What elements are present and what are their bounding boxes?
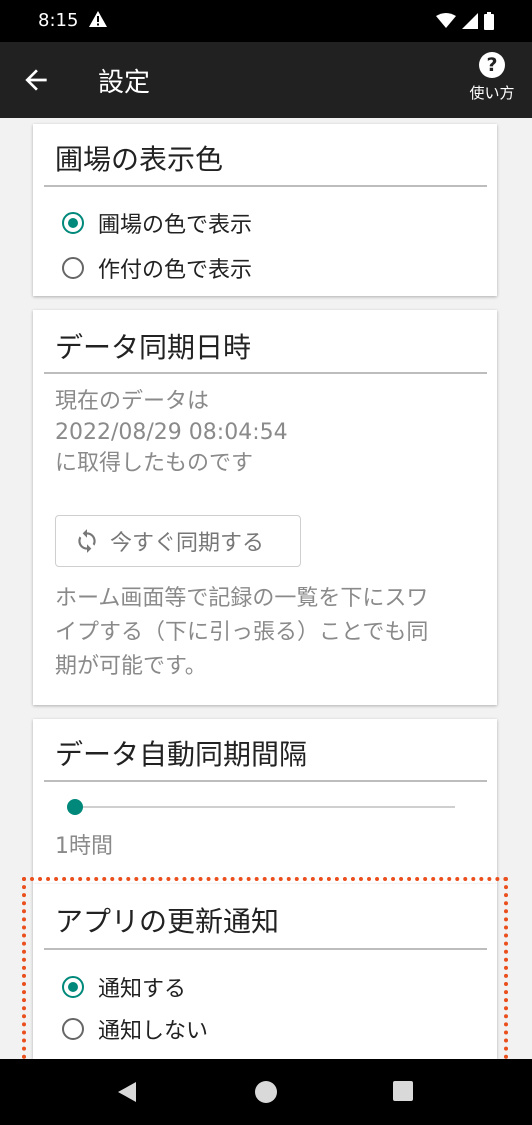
page-title: 設定: [98, 68, 151, 98]
auto-sync-title: データ自動同期間隔: [55, 738, 308, 771]
sync-hint-line-3: 期が可能です。: [55, 654, 207, 679]
sync-time-card: データ同期日時 現在のデータは 2022/08/29 08:04:54 に取得し…: [33, 310, 497, 705]
sync-now-button[interactable]: 今すぐ同期する: [55, 515, 301, 567]
status-bar: 8:15: [0, 0, 532, 42]
divider: [44, 948, 487, 950]
help-label: 使い方: [469, 84, 515, 102]
sync-status-line-1: 現在のデータは: [55, 389, 210, 414]
sync-timestamp: 2022/08/29 08:04:54: [55, 420, 288, 445]
radio-option-crop-color[interactable]: 作付の色で表示: [62, 252, 252, 284]
radio-option-notify[interactable]: 通知する: [62, 971, 186, 1003]
nav-recents-icon[interactable]: [393, 1081, 413, 1101]
radio-button-checked[interactable]: [62, 976, 84, 998]
radio-button-unchecked[interactable]: [62, 257, 84, 279]
navigation-bar: [0, 1059, 532, 1125]
signal-icon: [462, 13, 478, 29]
slider-track[interactable]: [75, 806, 455, 808]
radio-option-no-notify[interactable]: 通知しない: [62, 1013, 208, 1045]
help-button[interactable]: ? 使い方: [462, 52, 522, 103]
display-color-title: 圃場の表示色: [55, 143, 224, 176]
slider-thumb[interactable]: [67, 799, 83, 815]
battery-icon: [484, 12, 494, 30]
app-bar: 設定 ? 使い方: [0, 42, 532, 118]
radio-button-unchecked[interactable]: [62, 1018, 84, 1040]
radio-label: 圃場の色で表示: [98, 213, 253, 238]
sync-status-line-3: に取得したものです: [55, 451, 254, 476]
nav-home-icon[interactable]: [255, 1081, 277, 1103]
update-notification-title: アプリの更新通知: [55, 905, 280, 938]
divider: [44, 185, 487, 187]
status-time: 8:15: [38, 10, 79, 31]
nav-back-icon[interactable]: [116, 1080, 138, 1104]
radio-button-checked[interactable]: [62, 212, 84, 234]
auto-sync-value: 1時間: [55, 834, 113, 859]
sync-icon: [78, 529, 96, 553]
sync-hint-line-2: イプする（下に引っ張る）ことでも同: [55, 620, 429, 645]
update-notification-card: アプリの更新通知 通知する 通知しない: [33, 884, 497, 1059]
radio-label: 作付の色で表示: [98, 258, 253, 283]
back-button[interactable]: [20, 64, 56, 96]
radio-label: 通知する: [98, 977, 187, 1002]
divider: [44, 780, 487, 782]
radio-label: 通知しない: [98, 1019, 209, 1044]
wifi-icon: [436, 13, 456, 28]
divider: [44, 372, 487, 374]
help-icon: ?: [479, 52, 505, 78]
warning-icon: [88, 10, 108, 32]
display-color-card: 圃場の表示色 圃場の色で表示 作付の色で表示: [33, 124, 497, 296]
radio-option-field-color[interactable]: 圃場の色で表示: [62, 207, 252, 239]
auto-sync-slider[interactable]: [67, 797, 455, 817]
sync-time-title: データ同期日時: [55, 331, 252, 364]
sync-hint-line-1: ホーム画面等で記録の一覧を下にスワ: [55, 586, 429, 611]
status-icons: [436, 12, 494, 30]
arrow-left-icon: [25, 69, 47, 91]
auto-sync-card: データ自動同期間隔 1時間: [33, 719, 497, 884]
sync-now-label: 今すぐ同期する: [110, 531, 265, 556]
